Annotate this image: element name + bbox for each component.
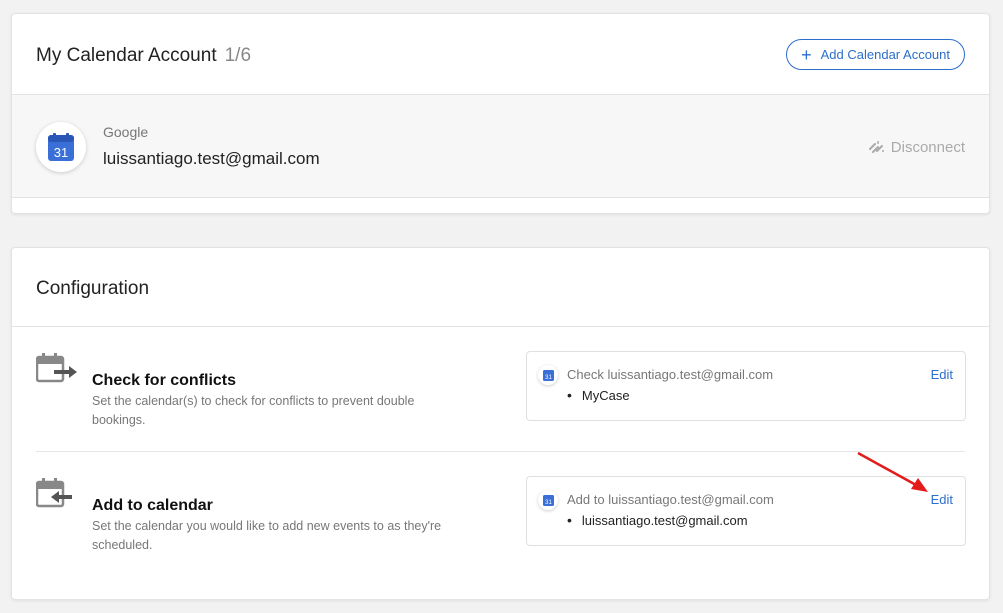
check-conflicts-description: Set the calendar(s) to check for conflic… bbox=[92, 394, 415, 427]
calendar-arrow-in-icon bbox=[35, 477, 78, 516]
check-conflicts-panel: 31 Check luissantiago.test@gmail.com Edi… bbox=[526, 351, 966, 421]
add-to-calendar-section: Add to calendar Set the calendar you wou… bbox=[35, 453, 966, 577]
configuration-card-header: Configuration bbox=[12, 248, 989, 327]
add-calendar-account-label: Add Calendar Account bbox=[820, 47, 950, 62]
check-conflicts-panel-label: Check luissantiago.test@gmail.com bbox=[567, 367, 774, 382]
account-card-title: My Calendar Account 1/6 bbox=[36, 45, 251, 67]
disconnect-label: Disconnect bbox=[890, 139, 965, 156]
list-item: luissantiago.test@gmail.com bbox=[567, 512, 748, 528]
account-card-header: My Calendar Account 1/6 + Add Calendar Ac… bbox=[12, 14, 989, 95]
plus-icon: + bbox=[801, 44, 812, 65]
configuration-card: Configuration Check for conflicts Set th… bbox=[11, 247, 990, 600]
account-count: 1/6 bbox=[224, 45, 252, 66]
configuration-title: Configuration bbox=[36, 278, 150, 299]
add-to-calendar-list: luissantiago.test@gmail.com bbox=[567, 512, 748, 528]
add-to-calendar-panel-label: Add to luissantiago.test@gmail.com bbox=[567, 492, 774, 507]
add-to-calendar-title: Add to calendar bbox=[92, 497, 213, 514]
google-calendar-icon: 31 bbox=[538, 365, 558, 385]
account-email: luissantiago.test@gmail.com bbox=[103, 149, 320, 168]
list-item: MyCase bbox=[567, 387, 630, 403]
add-calendar-account-button[interactable]: + Add Calendar Account bbox=[786, 39, 965, 70]
annotation-arrow-icon bbox=[857, 451, 928, 492]
check-conflicts-section: Check for conflicts Set the calendar(s) … bbox=[35, 328, 966, 452]
account-row: 31 Google luissantiago.test@gmail.com Di… bbox=[12, 95, 989, 198]
panel-icon-day: 31 bbox=[545, 500, 552, 506]
calendar-account-card: My Calendar Account 1/6 + Add Calendar Ac… bbox=[11, 13, 990, 214]
google-calendar-icon: 31 bbox=[36, 122, 86, 172]
check-conflicts-edit-link[interactable]: Edit bbox=[931, 367, 953, 382]
unlink-icon bbox=[868, 140, 884, 153]
calendar-icon-day: 31 bbox=[54, 145, 68, 160]
account-card-title-text: My Calendar Account bbox=[36, 45, 217, 66]
disconnect-button[interactable]: Disconnect bbox=[868, 139, 965, 156]
check-conflicts-title: Check for conflicts bbox=[92, 372, 237, 389]
add-to-calendar-description: Set the calendar you would like to add n… bbox=[92, 519, 442, 552]
panel-icon-day: 31 bbox=[545, 375, 552, 381]
account-provider: Google bbox=[103, 124, 149, 140]
check-conflicts-calendar-list: MyCase bbox=[567, 387, 630, 403]
google-calendar-icon: 31 bbox=[538, 490, 558, 510]
calendar-arrow-out-icon bbox=[35, 352, 78, 391]
